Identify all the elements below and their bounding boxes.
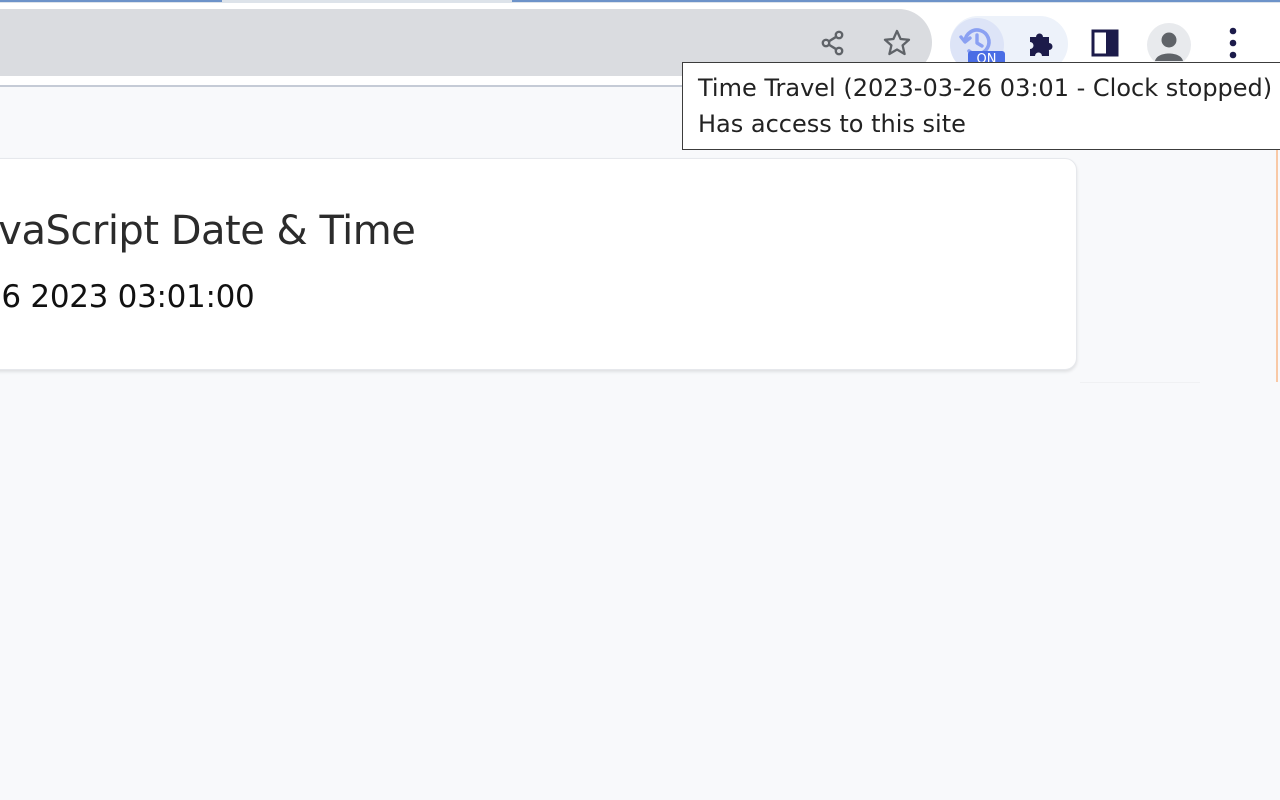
star-icon[interactable]: [877, 23, 917, 63]
tab-strip-segment: [0, 0, 222, 2]
side-panel-icon[interactable]: [1085, 23, 1125, 63]
kebab-menu-icon[interactable]: [1213, 23, 1253, 63]
tooltip-title: Time Travel (2023-03-26 03:01 - Clock st…: [698, 74, 1273, 102]
extension-tooltip: Time Travel (2023-03-26 03:01 - Clock st…: [682, 62, 1280, 150]
card-title: JavaScript Date & Time: [0, 208, 416, 254]
puzzle-icon[interactable]: [1021, 23, 1061, 63]
current-time-text: 26 2023 03:01:00: [0, 279, 255, 315]
date-time-card: [0, 158, 1077, 370]
tooltip-subtitle: Has access to this site: [698, 110, 966, 138]
share-icon[interactable]: [813, 23, 853, 63]
tab-strip-segment: [512, 0, 1280, 2]
person-icon[interactable]: [1147, 23, 1191, 67]
page-edge-accent: [1276, 150, 1278, 382]
divider: [1080, 382, 1200, 383]
